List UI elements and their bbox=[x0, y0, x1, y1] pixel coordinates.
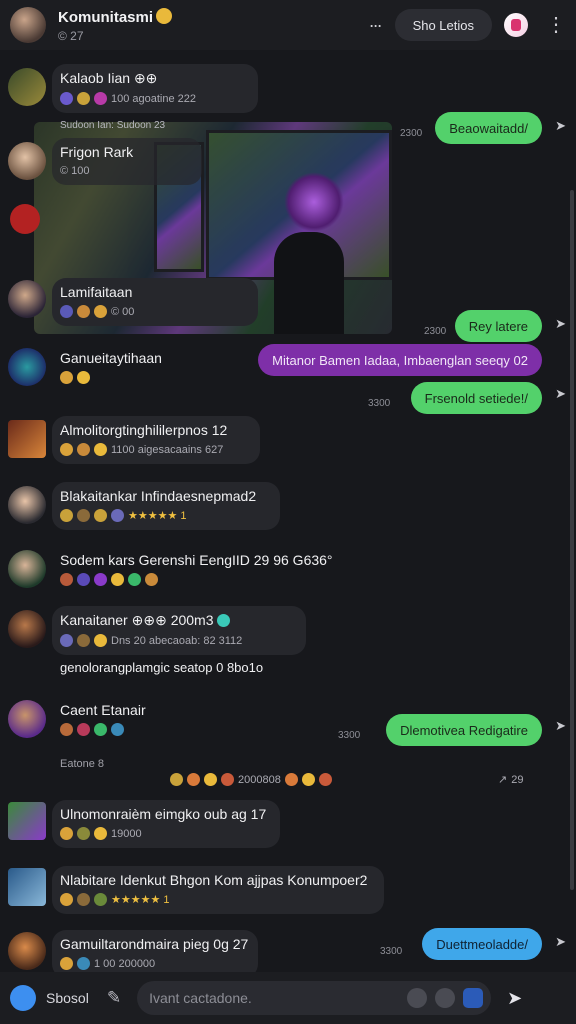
header-title: Komunitasmi bbox=[58, 7, 369, 26]
sender-name: Lamifaitaan bbox=[60, 284, 133, 300]
message-meta: © 00 bbox=[60, 305, 246, 318]
message-meta bbox=[60, 371, 190, 384]
brand-logo-icon bbox=[10, 204, 40, 234]
sender-name: Frigon Rark bbox=[60, 144, 134, 160]
user-avatar[interactable] bbox=[8, 802, 46, 840]
message-meta: Dns 20 abecaoab: 82 3112 bbox=[60, 634, 294, 647]
message-meta: ★★★★★ 1 bbox=[60, 893, 372, 906]
sent-icon: ➤ bbox=[555, 118, 566, 133]
composer-label[interactable]: Sbosol bbox=[46, 990, 89, 1006]
message-bubble[interactable]: Nlabitare Idenkut Bhgon Kom ajjpas Konum… bbox=[52, 866, 384, 914]
message-bubble[interactable]: Kanaitaner ⊕⊕⊕ 200m3 Dns 20 abecaoab: 82… bbox=[52, 606, 306, 655]
header-action-button[interactable]: Sho Letios bbox=[394, 9, 492, 41]
send-button[interactable]: ➤ bbox=[507, 988, 522, 1009]
composer-bar: Sbosol ✎ Ivant cactadone. ➤ bbox=[0, 972, 576, 1024]
sender-name: Blakaitankar Infindaesnepmad2 bbox=[60, 488, 257, 504]
user-avatar[interactable] bbox=[8, 280, 46, 318]
user-avatar[interactable] bbox=[8, 610, 46, 648]
app-logo-icon[interactable] bbox=[504, 13, 528, 37]
sender-name: Gamuiltarondmaira pieg 0g 27 bbox=[60, 936, 249, 952]
message-input[interactable]: Ivant cactadone. bbox=[137, 981, 492, 1015]
chat-area[interactable]: Kalaob Iian ⊕⊕ 100 agoatine 222 Sudoon I… bbox=[0, 50, 576, 978]
user-avatar[interactable] bbox=[8, 868, 46, 906]
sent-icon: ➤ bbox=[555, 934, 566, 949]
image-caption: Sudoon Ian: Sudoon 23 bbox=[60, 120, 166, 131]
header-subtitle: © 27 bbox=[58, 28, 84, 43]
user-avatar[interactable] bbox=[8, 420, 46, 458]
message-meta: ★★★★★ 1 bbox=[60, 509, 268, 522]
sticker-icon[interactable] bbox=[463, 988, 484, 1008]
message-meta: © 100 bbox=[60, 165, 90, 177]
message-time: 3300 bbox=[368, 398, 391, 409]
reaction-count: ↗ 29 bbox=[498, 773, 524, 787]
user-avatar[interactable] bbox=[8, 142, 46, 180]
sent-icon: ➤ bbox=[555, 386, 566, 401]
message-bubble[interactable]: Ganueitaytihaan bbox=[52, 344, 202, 392]
message-bubble[interactable]: Almolitorgtinghililerpnos 12 1100 aigesa… bbox=[52, 416, 260, 464]
menu-icon[interactable]: ⋮ bbox=[546, 15, 566, 35]
sender-name: Nlabitare Idenkut Bhgon Kom ajjpas Konum… bbox=[60, 872, 368, 888]
message-meta: 100 agoatine 222 bbox=[60, 92, 246, 105]
sender-name: Kalaob Iian ⊕⊕ bbox=[60, 70, 158, 86]
message-meta: 19000 bbox=[60, 827, 268, 840]
smiley-icon bbox=[156, 7, 173, 24]
outgoing-message[interactable]: Dlemotivea Redigatire bbox=[386, 714, 542, 746]
message-time: 3300 bbox=[338, 730, 361, 741]
sent-icon: ➤ bbox=[555, 718, 566, 733]
message-bubble[interactable]: Frigon Rark © 100 bbox=[52, 138, 202, 185]
message-input-placeholder: Ivant cactadone. bbox=[149, 990, 252, 1006]
more-options-icon[interactable]: ··· bbox=[369, 15, 383, 36]
message-meta bbox=[60, 723, 200, 736]
message-meta: 1100 aigesacaains 627 bbox=[60, 443, 248, 456]
compose-app-icon[interactable] bbox=[10, 985, 36, 1011]
outgoing-message[interactable]: Frsenold setiede!/ bbox=[410, 382, 542, 414]
sender-name: Caent Etanair bbox=[60, 702, 146, 718]
system-message: Eatone 8 bbox=[60, 758, 105, 770]
scrollbar[interactable] bbox=[570, 190, 574, 890]
sender-name: Almolitorgtinghililerpnos 12 bbox=[60, 422, 228, 438]
chat-header: Komunitasmi © 27 ··· Sho Letios ⋮ bbox=[0, 0, 576, 50]
user-avatar[interactable] bbox=[8, 932, 46, 970]
outgoing-message[interactable]: Duettmeoladde/ bbox=[422, 928, 542, 960]
sender-name: Ulnomonraièm eimgko oub ag 17 bbox=[60, 806, 267, 822]
user-avatar[interactable] bbox=[8, 486, 46, 524]
user-avatar[interactable] bbox=[8, 550, 46, 588]
pen-icon[interactable]: ✎ bbox=[107, 988, 121, 1008]
sender-name: Kanaitaner ⊕⊕⊕ 200m3 bbox=[60, 612, 294, 629]
message-bubble[interactable]: Ulnomonraièm eimgko oub ag 17 19000 bbox=[52, 800, 280, 848]
message-bubble[interactable]: Caent Etanair bbox=[52, 696, 212, 744]
message-meta: 1 00 200000 bbox=[60, 957, 246, 970]
header-text[interactable]: Komunitasmi © 27 bbox=[58, 7, 369, 43]
user-avatar[interactable] bbox=[8, 700, 46, 738]
message-time: 3300 bbox=[380, 946, 403, 957]
outgoing-message[interactable]: Rey latere bbox=[454, 310, 542, 342]
message-bubble[interactable]: Kalaob Iian ⊕⊕ 100 agoatine 222 bbox=[52, 64, 258, 113]
sent-icon: ➤ bbox=[555, 316, 566, 331]
group-avatar[interactable] bbox=[10, 7, 46, 43]
message-bubble[interactable]: Blakaitankar Infindaesnepmad2 ★★★★★ 1 bbox=[52, 482, 280, 530]
reactions-bar[interactable]: 2000808 bbox=[170, 773, 332, 786]
outgoing-message[interactable]: Beaowaitadd/ bbox=[435, 112, 542, 144]
sender-name: Sodem kars Gerenshi EengIID 29 96 G636° bbox=[60, 552, 333, 568]
message-time: 2300 bbox=[400, 128, 423, 139]
message-bubble[interactable]: Sodem kars Gerenshi EengIID 29 96 G636° bbox=[52, 546, 334, 594]
message-meta bbox=[60, 573, 322, 586]
message-time: 2300 bbox=[424, 326, 447, 337]
emoji-icon[interactable] bbox=[435, 988, 456, 1008]
user-avatar[interactable] bbox=[8, 348, 46, 386]
message-text: genolorangplamgic seatop 0 8bo1o bbox=[60, 660, 264, 675]
message-bubble[interactable]: Gamuiltarondmaira pieg 0g 27 1 00 200000 bbox=[52, 930, 258, 978]
attachment-icon[interactable] bbox=[407, 988, 428, 1008]
user-avatar[interactable] bbox=[8, 68, 46, 106]
outgoing-message[interactable]: Mitanor Bamen Iadaa, Imbaenglan seeqy 02 bbox=[258, 344, 542, 376]
message-bubble[interactable]: Lamifaitaan © 00 bbox=[52, 278, 258, 326]
sender-name: Ganueitaytihaan bbox=[60, 350, 162, 366]
